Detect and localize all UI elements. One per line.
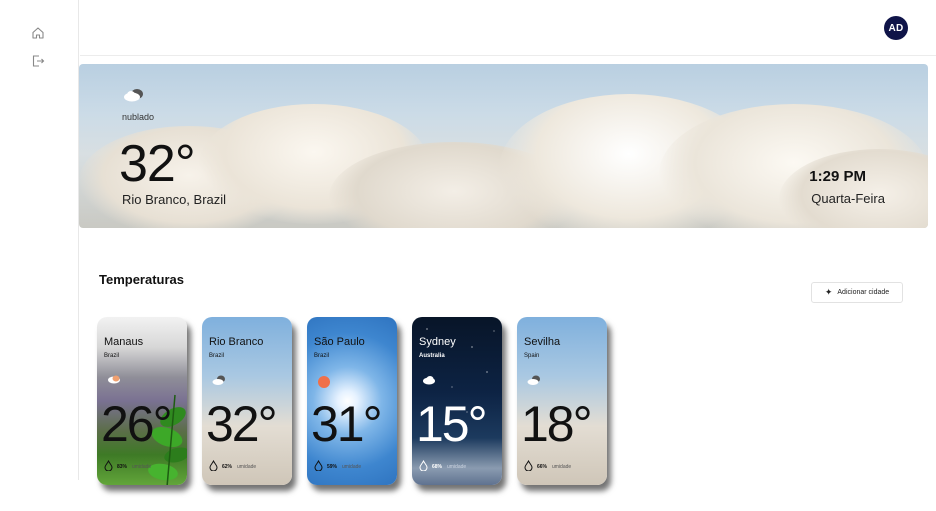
humidity-icon	[419, 460, 428, 471]
humidity-label: umidade	[342, 464, 362, 470]
city-name: Sydney	[419, 336, 456, 348]
weather-condition: nublado	[122, 112, 155, 122]
home-icon[interactable]	[31, 26, 45, 40]
current-weather-banner: nublado 32° Rio Branco, Brazil 1:29 PM Q…	[79, 64, 928, 228]
logout-icon[interactable]	[31, 54, 45, 68]
humidity-icon	[209, 460, 218, 471]
humidity-value: 66%	[537, 464, 548, 470]
add-city-label: Adicionar cidade	[837, 289, 890, 296]
sidebar	[0, 0, 79, 480]
city-card-sao-paulo[interactable]: São Paulo Brazil 31° 59% umidade	[307, 317, 397, 485]
city-card-sevilha[interactable]: Sevilha Spain 18° 66% umidade	[517, 317, 607, 485]
humidity-icon	[524, 460, 533, 471]
city-name: Sevilha	[524, 336, 561, 348]
section-title: Temperaturas	[99, 272, 185, 287]
humidity-label: umidade	[552, 464, 572, 470]
cloud-icon	[212, 375, 225, 385]
cloud-icon	[527, 375, 540, 385]
current-time: 1:29 PM	[809, 168, 866, 185]
city-country: Brazil	[104, 353, 120, 359]
city-card-sydney[interactable]: Sydney Australia 15° 68% umidade	[412, 317, 502, 485]
humidity-icon	[314, 460, 323, 471]
city-temperature: 31°	[311, 396, 383, 452]
top-bar: AD	[80, 0, 936, 56]
city-temperature: 32°	[206, 396, 278, 452]
city-name: Rio Branco	[209, 336, 264, 348]
cloud-icon	[124, 89, 143, 102]
humidity-value: 83%	[117, 464, 128, 470]
rain-cloud-icon	[108, 375, 120, 384]
humidity-value: 62%	[222, 464, 233, 470]
city-country: Brazil	[314, 353, 330, 359]
city-temperature: 26°	[101, 396, 173, 452]
city-card-manaus[interactable]: Manaus Brazil 26° 83% umidade	[97, 317, 187, 485]
city-card-rio-branco[interactable]: Rio Branco Brazil 32° 62% umidade	[202, 317, 292, 485]
cloud-icon	[423, 376, 435, 385]
humidity-value: 59%	[327, 464, 338, 470]
current-weekday: Quarta-Feira	[811, 191, 885, 206]
city-name: Manaus	[104, 336, 144, 348]
plus-icon: ✦	[824, 287, 833, 297]
add-city-button[interactable]: ✦ Adicionar cidade	[811, 282, 903, 303]
city-name: São Paulo	[314, 336, 365, 348]
avatar[interactable]: AD	[884, 16, 908, 40]
current-temperature: 32°	[119, 135, 196, 193]
city-country: Brazil	[209, 353, 225, 359]
city-temperature: 18°	[521, 396, 593, 452]
humidity-value: 68%	[432, 464, 443, 470]
humidity-label: umidade	[447, 464, 467, 470]
sun-icon	[318, 376, 330, 388]
city-temperature: 15°	[416, 396, 488, 452]
humidity-label: umidade	[237, 464, 257, 470]
city-country: Australia	[419, 353, 445, 359]
city-country: Spain	[524, 353, 540, 359]
current-location: Rio Branco, Brazil	[122, 192, 227, 207]
humidity-icon	[104, 460, 113, 471]
humidity-label: umidade	[132, 464, 152, 470]
